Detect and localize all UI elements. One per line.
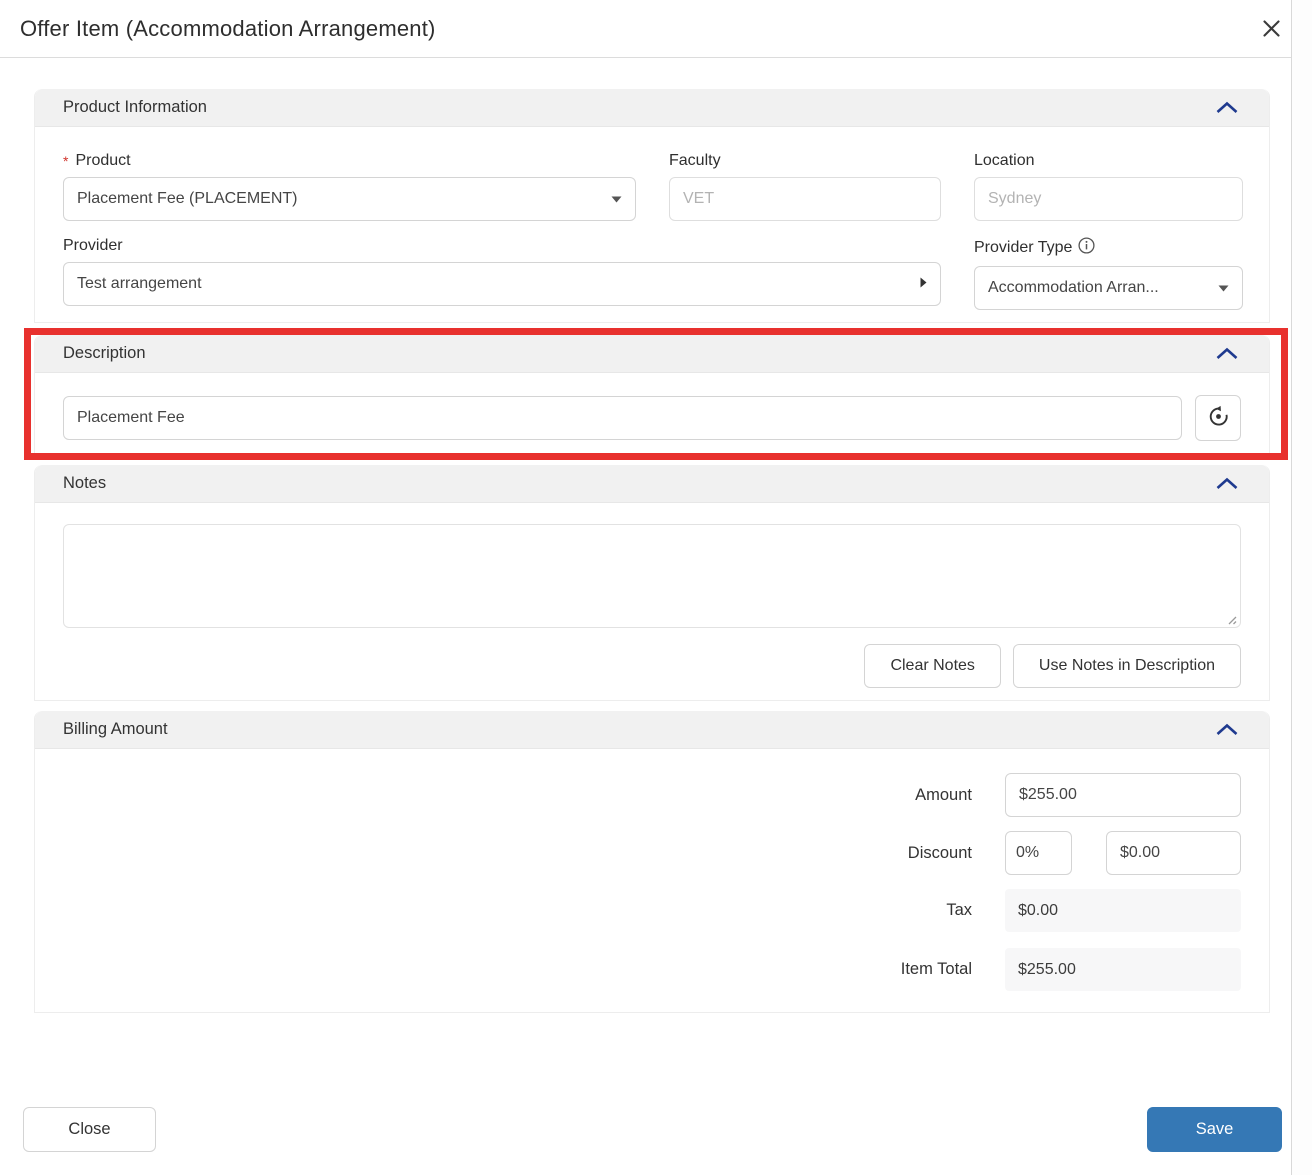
location-label: Location — [974, 152, 1243, 170]
faculty-field-group: Faculty — [669, 152, 941, 221]
chevron-down-icon — [1218, 279, 1229, 297]
clear-notes-button[interactable]: Clear Notes — [864, 644, 1000, 688]
product-information-header: Product Information — [35, 89, 1269, 127]
amount-input[interactable] — [1005, 773, 1241, 817]
close-footer-button[interactable]: Close — [23, 1107, 156, 1152]
amount-row: Amount — [63, 773, 1241, 817]
description-body — [35, 373, 1269, 455]
notes-body: Clear Notes Use Notes in Description — [35, 503, 1269, 700]
close-icon — [1261, 27, 1282, 42]
chevron-up-icon — [1215, 724, 1239, 739]
modal-footer: Close Save — [0, 1107, 1290, 1152]
item-total-row: Item Total $255.00 — [63, 948, 1241, 991]
faculty-label: Faculty — [669, 152, 941, 170]
provider-type-label: Provider Type — [974, 237, 1243, 259]
use-notes-in-description-button[interactable]: Use Notes in Description — [1013, 644, 1241, 688]
amount-label: Amount — [63, 786, 1005, 805]
notes-header: Notes — [35, 465, 1269, 503]
info-icon[interactable] — [1078, 237, 1095, 259]
tax-value: $0.00 — [1005, 889, 1241, 932]
background-page-sliver — [1291, 0, 1312, 1175]
description-section-wrapper: Description — [34, 335, 1270, 456]
notes-collapse-button[interactable] — [1213, 475, 1241, 492]
chevron-up-icon — [1215, 348, 1239, 363]
discount-amount-input[interactable] — [1106, 831, 1241, 875]
item-total-label: Item Total — [63, 960, 1005, 979]
notes-textarea[interactable] — [63, 524, 1241, 628]
description-collapse-button[interactable] — [1213, 345, 1241, 362]
product-information-collapse-button[interactable] — [1213, 99, 1241, 116]
faculty-field — [669, 177, 941, 221]
product-field-group: *Product Placement Fee (PLACEMENT) — [63, 152, 636, 221]
section-description: Description — [34, 335, 1270, 456]
discount-percent-input[interactable] — [1005, 831, 1072, 875]
product-information-body: *Product Placement Fee (PLACEMENT) Facul… — [35, 127, 1269, 322]
section-product-information: Product Information *Product Placement F… — [34, 89, 1270, 323]
product-label: *Product — [63, 152, 636, 170]
billing-collapse-button[interactable] — [1213, 721, 1241, 738]
discount-label: Discount — [63, 844, 1005, 863]
section-notes: Notes Clear Notes Use Notes in Descripti… — [34, 465, 1270, 701]
provider-label: Provider — [63, 237, 941, 255]
description-input[interactable] — [63, 396, 1182, 440]
chevron-up-icon — [1215, 102, 1239, 117]
provider-select[interactable]: Test arrangement — [63, 262, 941, 306]
notes-title: Notes — [63, 474, 106, 493]
location-field — [974, 177, 1243, 221]
location-field-group: Location — [974, 152, 1243, 221]
product-information-title: Product Information — [63, 98, 207, 117]
billing-amount-title: Billing Amount — [63, 720, 168, 739]
provider-type-select[interactable]: Accommodation Arran... — [974, 266, 1243, 310]
chevron-down-icon — [611, 190, 622, 208]
billing-body: Amount Discount Tax $0.00 Item Total $25… — [35, 749, 1269, 1012]
discount-row: Discount — [63, 831, 1241, 875]
description-header: Description — [35, 335, 1269, 373]
restore-icon — [1207, 405, 1230, 431]
tax-label: Tax — [63, 901, 1005, 920]
section-billing-amount: Billing Amount Amount Discount Tax — [34, 711, 1270, 1013]
reset-description-button[interactable] — [1195, 395, 1241, 441]
modal-title: Offer Item (Accommodation Arrangement) — [20, 16, 436, 42]
save-button[interactable]: Save — [1147, 1107, 1282, 1152]
tax-row: Tax $0.00 — [63, 889, 1241, 932]
provider-field-group: Provider Test arrangement — [63, 237, 941, 310]
provider-type-field-group: Provider Type Accommodation Arran... — [974, 237, 1243, 310]
modal-header: Offer Item (Accommodation Arrangement) — [0, 0, 1312, 58]
close-button[interactable] — [1257, 14, 1286, 43]
product-select[interactable]: Placement Fee (PLACEMENT) — [63, 177, 636, 221]
item-total-value: $255.00 — [1005, 948, 1241, 991]
chevron-right-icon — [920, 275, 927, 293]
description-title: Description — [63, 344, 146, 363]
billing-amount-header: Billing Amount — [35, 711, 1269, 749]
modal-body: Product Information *Product Placement F… — [0, 58, 1270, 1013]
required-marker: * — [63, 153, 68, 169]
chevron-up-icon — [1215, 478, 1239, 493]
